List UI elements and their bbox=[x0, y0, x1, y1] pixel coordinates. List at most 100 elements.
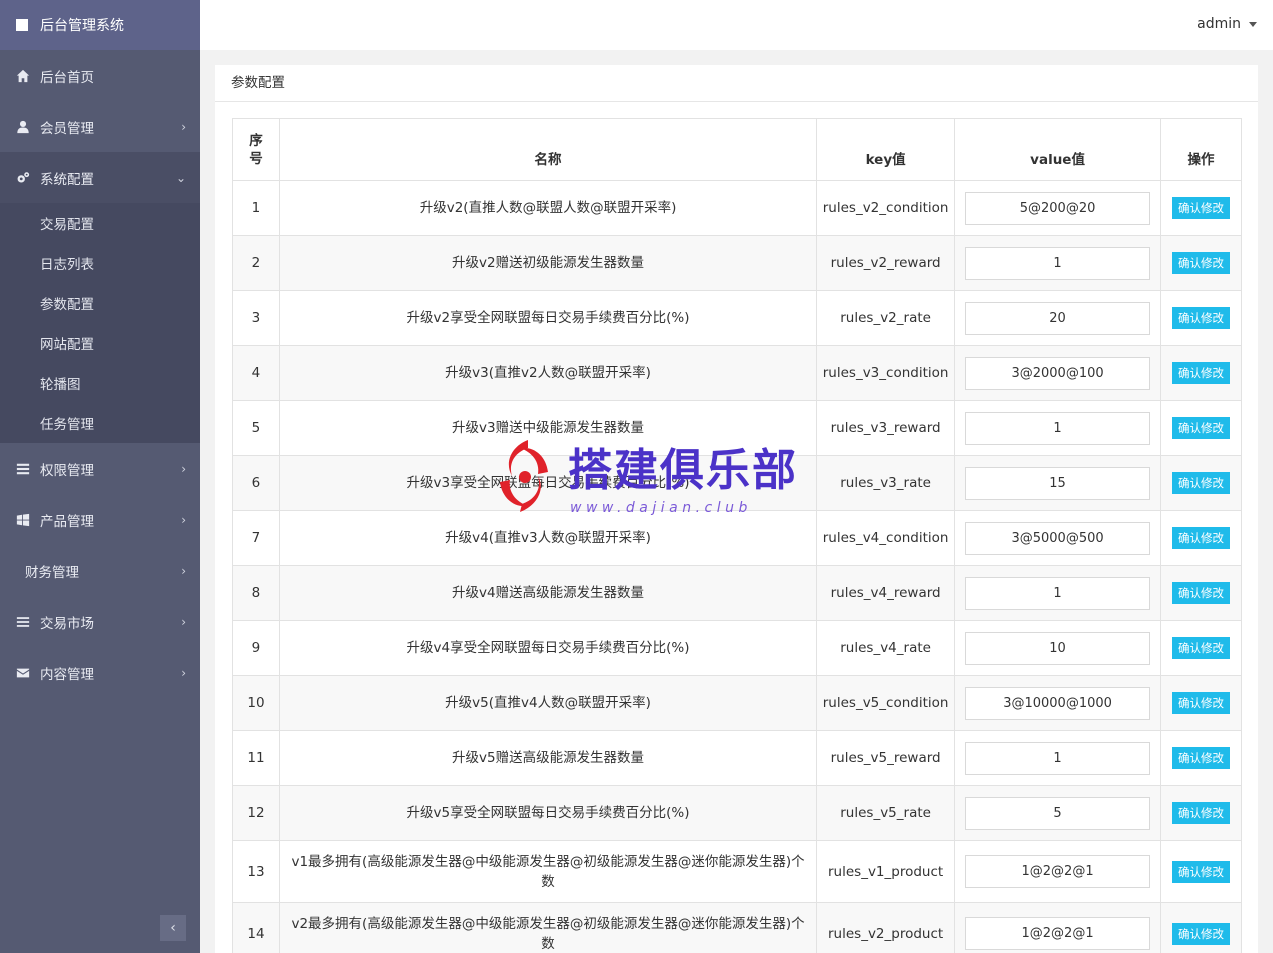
collapse-sidebar-button[interactable]: ‹ bbox=[160, 915, 186, 941]
sidebar: 后台管理系统 后台首页 会员管理 › 系统配置 ⌄ 交易配置 日志列表 参数配置… bbox=[0, 0, 200, 953]
table-row: 1 升级v2(直推人数@联盟人数@联盟开采率) rules_v2_condition… bbox=[232, 180, 1242, 236]
table-row: 14 v2最多拥有(高级能源发生器@中级能源发生器@初级能源发生器@迷你能源发生器… bbox=[232, 902, 1242, 953]
param-table: 序 号 名称 key值 value值 操作 1 升级v2(直推人数@联盟人数@联盟… bbox=[232, 118, 1242, 953]
confirm-edit-button[interactable]: 确认修改 bbox=[1172, 472, 1231, 494]
panel-title: 参数配置 bbox=[215, 65, 1258, 102]
sidebar-item-finance[interactable]: 财务管理 › bbox=[0, 545, 200, 596]
confirm-edit-button[interactable]: 确认修改 bbox=[1172, 197, 1231, 219]
sidebar-item-content[interactable]: 内容管理 › bbox=[0, 647, 200, 698]
cell-name: 升级v5赠送高级能源发生器数量 bbox=[278, 730, 818, 786]
cell-value bbox=[954, 345, 1162, 401]
confirm-edit-button[interactable]: 确认修改 bbox=[1172, 802, 1231, 824]
submenu-item-log-list[interactable]: 日志列表 bbox=[0, 243, 200, 283]
confirm-edit-button[interactable]: 确认修改 bbox=[1172, 527, 1231, 549]
cell-action: 确认修改 bbox=[1160, 510, 1242, 566]
value-input[interactable] bbox=[965, 356, 1151, 390]
value-input[interactable] bbox=[965, 246, 1151, 280]
cell-index: 13 bbox=[232, 840, 280, 903]
confirm-edit-button[interactable]: 确认修改 bbox=[1172, 860, 1231, 883]
value-input[interactable] bbox=[965, 686, 1151, 720]
sidebar-item-members[interactable]: 会员管理 › bbox=[0, 101, 200, 152]
value-input[interactable] bbox=[965, 855, 1151, 888]
cell-key: rules_v3_reward bbox=[816, 400, 956, 456]
cell-name: v1最多拥有(高级能源发生器@中级能源发生器@初级能源发生器@迷你能源发生器)个… bbox=[278, 840, 818, 903]
value-input[interactable] bbox=[965, 741, 1151, 775]
submenu-item-site-config[interactable]: 网站配置 bbox=[0, 323, 200, 363]
value-input[interactable] bbox=[965, 796, 1151, 830]
cell-action: 确认修改 bbox=[1160, 730, 1242, 786]
submenu-item-param-config[interactable]: 参数配置 bbox=[0, 283, 200, 323]
cell-value bbox=[954, 235, 1162, 291]
value-input[interactable] bbox=[965, 466, 1151, 500]
cell-value bbox=[954, 785, 1162, 841]
submenu-item-trade-config[interactable]: 交易配置 bbox=[0, 203, 200, 243]
cell-key: rules_v5_rate bbox=[816, 785, 956, 841]
cell-index: 14 bbox=[232, 902, 280, 953]
sidebar-item-home[interactable]: 后台首页 bbox=[0, 50, 200, 101]
table-row: 12升级v5享受全网联盟每日交易手续费百分比(%)rules_v5_rate 确认… bbox=[232, 785, 1242, 841]
confirm-edit-button[interactable]: 确认修改 bbox=[1172, 747, 1231, 769]
cell-name: 升级v3享受全网联盟每日交易手续费百分比(%) bbox=[278, 455, 818, 511]
sidebar-item-system-config[interactable]: 系统配置 ⌄ bbox=[0, 152, 200, 203]
value-input[interactable] bbox=[965, 411, 1151, 445]
brand-title: 后台管理系统 bbox=[40, 18, 124, 34]
value-input[interactable] bbox=[965, 191, 1151, 225]
table-row: 3升级v2享受全网联盟每日交易手续费百分比(%)rules_v2_rate 确认修… bbox=[232, 290, 1242, 346]
cell-index: 7 bbox=[232, 510, 280, 566]
cell-value bbox=[954, 400, 1162, 456]
cell-index: 4 bbox=[232, 345, 280, 401]
cell-name: 升级v4享受全网联盟每日交易手续费百分比(%) bbox=[278, 620, 818, 676]
sidebar-item-products[interactable]: 产品管理 › bbox=[0, 494, 200, 545]
table-row: 2升级v2赠送初级能源发生器数量rules_v2_reward 确认修改 bbox=[232, 235, 1242, 291]
chevron-right-icon: › bbox=[181, 461, 186, 476]
user-menu[interactable]: admin bbox=[1197, 16, 1257, 32]
value-input[interactable] bbox=[965, 576, 1151, 610]
submenu-item-carousel[interactable]: 轮播图 bbox=[0, 363, 200, 403]
table-row: 10升级v5(直推v4人数@联盟开采率)rules_v5_condition 确认… bbox=[232, 675, 1242, 731]
cell-key: rules_v5_condition bbox=[816, 675, 956, 731]
username: admin bbox=[1197, 16, 1241, 32]
cell-index: 5 bbox=[232, 400, 280, 456]
confirm-edit-button[interactable]: 确认修改 bbox=[1172, 692, 1231, 714]
gears-icon bbox=[16, 171, 30, 185]
cell-index: 9 bbox=[232, 620, 280, 676]
header-index-line2: 号 bbox=[249, 150, 263, 167]
cell-value bbox=[954, 902, 1162, 953]
brand[interactable]: 后台管理系统 bbox=[0, 0, 200, 50]
value-input[interactable] bbox=[965, 631, 1151, 665]
sidebar-item-permissions[interactable]: 权限管理 › bbox=[0, 443, 200, 494]
confirm-edit-button[interactable]: 确认修改 bbox=[1172, 582, 1231, 604]
cell-key: rules_v2_product bbox=[816, 902, 956, 953]
confirm-edit-button[interactable]: 确认修改 bbox=[1172, 362, 1231, 384]
cell-action: 确认修改 bbox=[1160, 180, 1242, 236]
cell-action: 确认修改 bbox=[1160, 290, 1242, 346]
chevron-down-icon: ⌄ bbox=[175, 170, 186, 185]
table-row: 9升级v4享受全网联盟每日交易手续费百分比(%)rules_v4_rate 确认修… bbox=[232, 620, 1242, 676]
confirm-edit-button[interactable]: 确认修改 bbox=[1172, 637, 1231, 659]
value-input[interactable] bbox=[965, 917, 1151, 950]
cell-name: 升级v4(直推v3人数@联盟开采率) bbox=[278, 510, 818, 566]
cell-action: 确认修改 bbox=[1160, 620, 1242, 676]
chevron-right-icon: › bbox=[181, 614, 186, 629]
column-header-action: 操作 bbox=[1160, 118, 1242, 181]
cell-value bbox=[954, 840, 1162, 903]
cell-index: 12 bbox=[232, 785, 280, 841]
cell-name: 升级v2(直推人数@联盟人数@联盟开采率) bbox=[278, 180, 818, 236]
sidebar-item-market[interactable]: 交易市场 › bbox=[0, 596, 200, 647]
value-input[interactable] bbox=[965, 521, 1151, 555]
confirm-edit-button[interactable]: 确认修改 bbox=[1172, 922, 1231, 945]
top-header: admin bbox=[200, 0, 1273, 50]
table-header-row: 序 号 名称 key值 value值 操作 bbox=[232, 118, 1242, 181]
sidebar-item-label: 交易市场 bbox=[40, 615, 94, 632]
confirm-edit-button[interactable]: 确认修改 bbox=[1172, 307, 1231, 329]
confirm-edit-button[interactable]: 确认修改 bbox=[1172, 252, 1231, 274]
cell-action: 确认修改 bbox=[1160, 400, 1242, 456]
envelope-icon bbox=[16, 666, 30, 680]
value-input[interactable] bbox=[965, 301, 1151, 335]
param-config-panel: 参数配置 序 号 名称 key值 value值 操作 1 升级v2(直推人数@联盟… bbox=[215, 65, 1258, 953]
submenu-item-tasks[interactable]: 任务管理 bbox=[0, 403, 200, 443]
cell-name: 升级v3(直推v2人数@联盟开采率) bbox=[278, 345, 818, 401]
table-row: 4升级v3(直推v2人数@联盟开采率)rules_v3_condition 确认修… bbox=[232, 345, 1242, 401]
cell-name: 升级v3赠送中级能源发生器数量 bbox=[278, 400, 818, 456]
confirm-edit-button[interactable]: 确认修改 bbox=[1172, 417, 1231, 439]
